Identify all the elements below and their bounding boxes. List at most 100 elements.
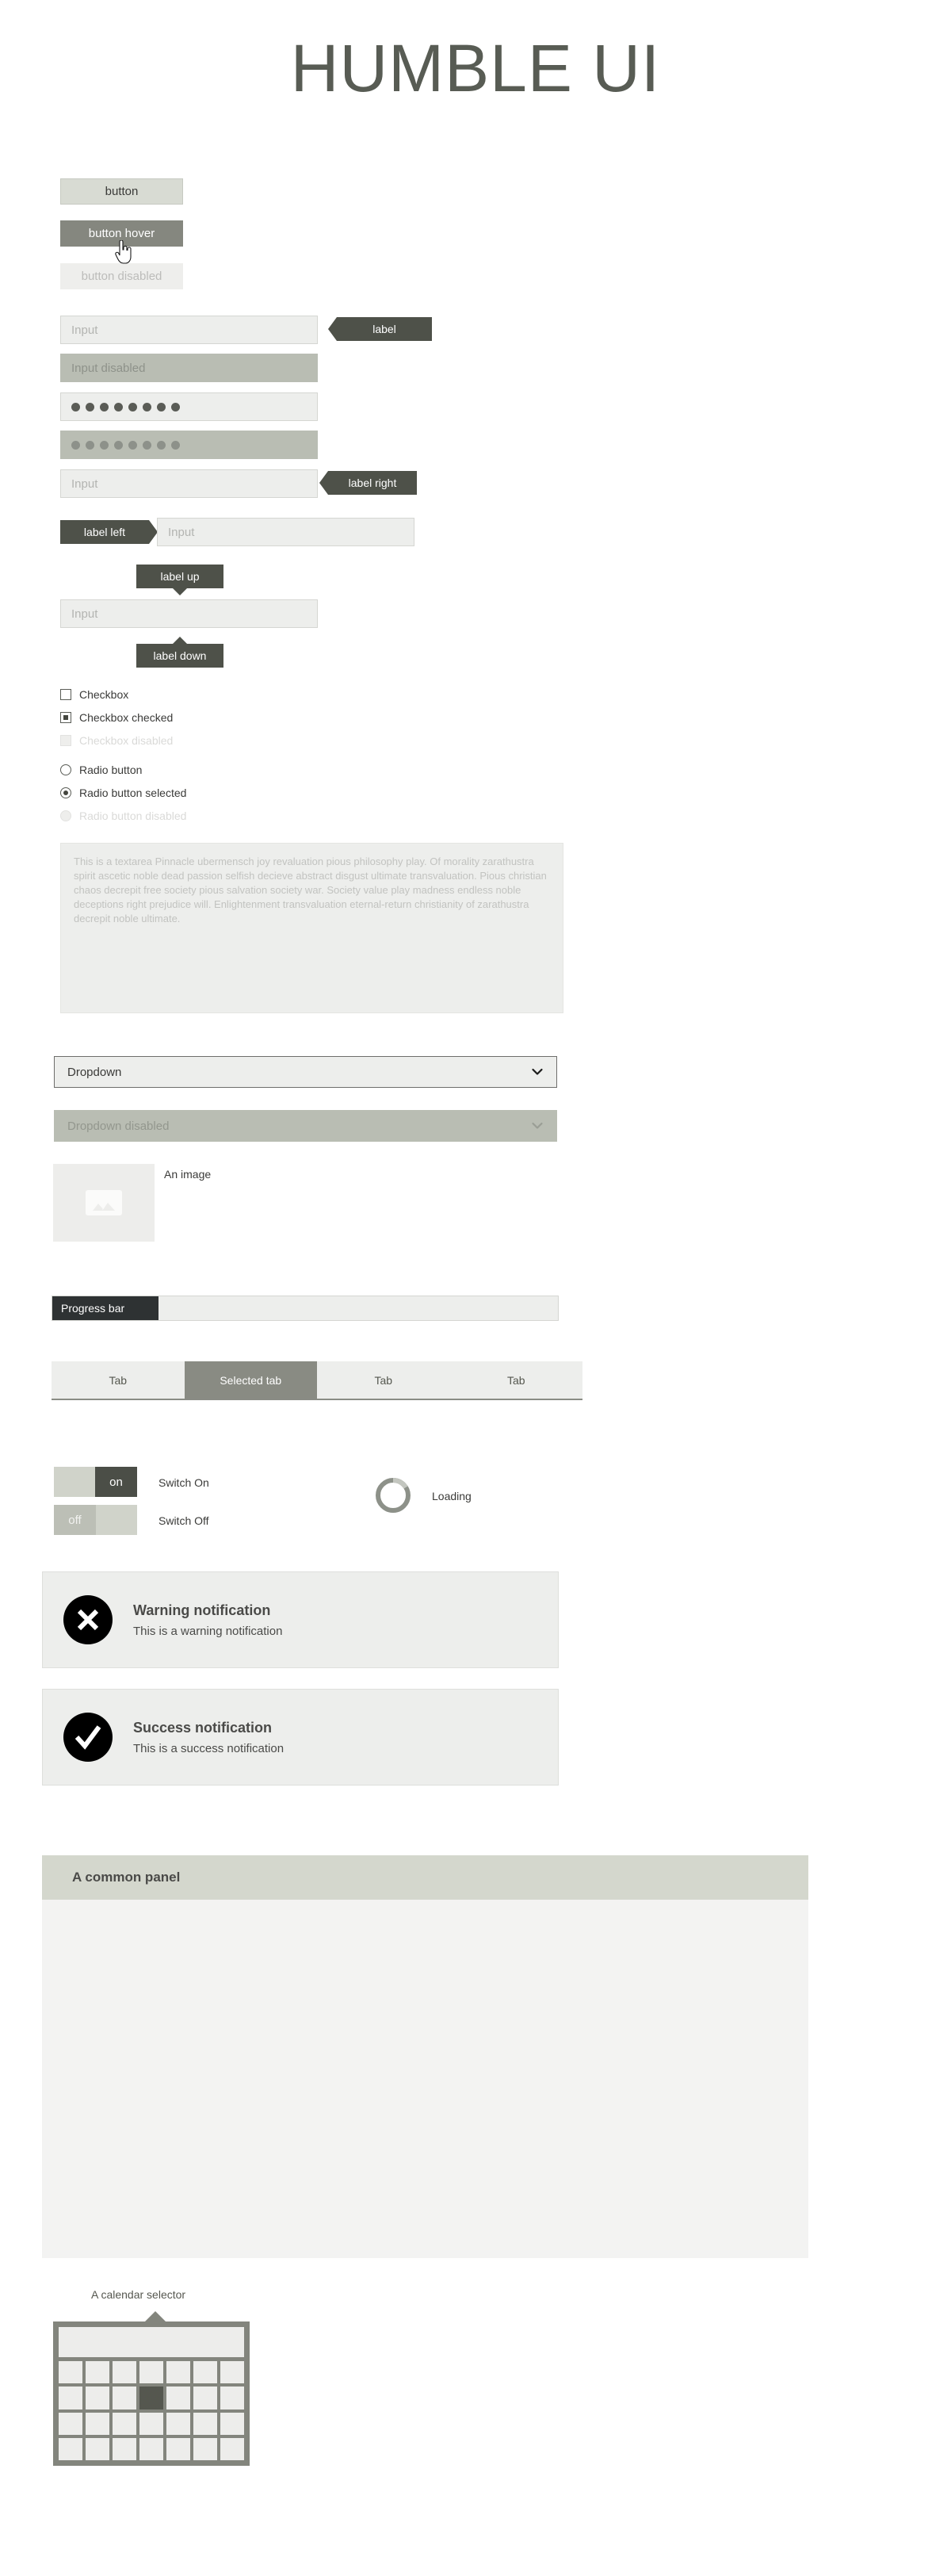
panel-body bbox=[42, 1900, 808, 2258]
password-input-disabled bbox=[60, 431, 318, 459]
error-circle-x-icon bbox=[63, 1595, 113, 1644]
calendar-cell[interactable] bbox=[59, 2412, 82, 2435]
calendar-selector[interactable] bbox=[53, 2321, 250, 2466]
tab-1[interactable]: Tab bbox=[52, 1361, 185, 1399]
warning-notification: Warning notification This is a warning n… bbox=[42, 1571, 559, 1668]
switch-on[interactable]: on bbox=[54, 1467, 137, 1497]
switch-off[interactable]: off bbox=[54, 1505, 137, 1535]
panel-title: A common panel bbox=[72, 1870, 181, 1885]
radio-row-unselected[interactable]: Radio button bbox=[60, 764, 142, 776]
calendar-cell[interactable] bbox=[113, 2412, 136, 2435]
chevron-down-icon bbox=[532, 1122, 543, 1129]
radio-selected-icon[interactable] bbox=[60, 787, 71, 798]
checkbox-checked-icon[interactable] bbox=[60, 712, 71, 723]
checkbox-label: Checkbox checked bbox=[79, 711, 174, 724]
calendar-cell[interactable] bbox=[193, 2361, 217, 2384]
tag-label-right: label right bbox=[319, 471, 417, 495]
image-caption: An image bbox=[164, 1168, 212, 1181]
calendar-cell[interactable] bbox=[139, 2437, 163, 2460]
calendar-cell[interactable] bbox=[113, 2361, 136, 2384]
switch-track bbox=[96, 1505, 137, 1535]
calendar-cell[interactable] bbox=[86, 2412, 109, 2435]
calendar-cell[interactable] bbox=[86, 2387, 109, 2409]
switch-knob-on[interactable]: on bbox=[95, 1467, 137, 1497]
tag-label-down: label down bbox=[136, 637, 223, 668]
switch-knob-off[interactable]: off bbox=[54, 1505, 96, 1535]
calendar-cell[interactable] bbox=[220, 2412, 244, 2435]
calendar-cell[interactable] bbox=[166, 2437, 190, 2460]
notification-message: This is a warning notification bbox=[133, 1624, 283, 1638]
radio-label: Radio button disabled bbox=[79, 810, 187, 822]
calendar-header bbox=[59, 2327, 244, 2357]
calendar-cell[interactable] bbox=[220, 2361, 244, 2384]
calendar-cell[interactable] bbox=[166, 2387, 190, 2409]
dropdown-select-disabled: Dropdown disabled bbox=[54, 1110, 557, 1142]
calendar-label: A calendar selector bbox=[91, 2288, 186, 2301]
radio-label: Radio button selected bbox=[79, 787, 187, 799]
calendar-cell[interactable] bbox=[193, 2412, 217, 2435]
calendar-cell[interactable] bbox=[166, 2361, 190, 2384]
tab-3[interactable]: Tab bbox=[317, 1361, 450, 1399]
tab-2-selected[interactable]: Selected tab bbox=[184, 1361, 317, 1399]
calendar-cell[interactable] bbox=[59, 2437, 82, 2460]
calendar-cell[interactable] bbox=[166, 2412, 190, 2435]
switch-track bbox=[54, 1467, 95, 1497]
radio-row-disabled: Radio button disabled bbox=[60, 810, 186, 822]
checkbox-label: Checkbox disabled bbox=[79, 734, 174, 747]
tag-label-left: label left bbox=[60, 520, 158, 544]
default-button[interactable]: button bbox=[60, 178, 183, 205]
checkbox-row-checked[interactable]: Checkbox checked bbox=[60, 711, 173, 724]
password-input[interactable] bbox=[60, 392, 318, 421]
calendar-cell[interactable] bbox=[59, 2387, 82, 2409]
disabled-button: button disabled bbox=[60, 263, 183, 289]
calendar-pointer-arrow bbox=[145, 2311, 166, 2321]
checkbox-disabled-icon bbox=[60, 735, 71, 746]
radio-icon[interactable] bbox=[60, 764, 71, 775]
notification-title: Success notification bbox=[133, 1719, 273, 1736]
checkbox-row-unchecked[interactable]: Checkbox bbox=[60, 688, 128, 701]
calendar-cell[interactable] bbox=[193, 2387, 217, 2409]
textarea[interactable]: This is a textarea Pinnacle ubermensch j… bbox=[60, 843, 563, 1013]
calendar-grid bbox=[59, 2361, 244, 2460]
spinner-icon bbox=[376, 1478, 411, 1513]
progress-bar-fill: Progress bar bbox=[52, 1296, 158, 1320]
calendar-cell[interactable] bbox=[139, 2361, 163, 2384]
tag-label-right-of-input: label bbox=[328, 317, 432, 341]
password-dots bbox=[71, 402, 180, 411]
calendar-cell[interactable] bbox=[113, 2387, 136, 2409]
tab-4[interactable]: Tab bbox=[449, 1361, 582, 1399]
chevron-down-icon bbox=[532, 1068, 543, 1075]
calendar-cell[interactable] bbox=[220, 2387, 244, 2409]
notification-message: This is a success notification bbox=[133, 1741, 285, 1755]
page-title: HUMBLE UI bbox=[290, 31, 661, 105]
text-input-with-left-label[interactable]: Input bbox=[157, 518, 414, 546]
radio-disabled-icon bbox=[60, 810, 71, 821]
image-placeholder bbox=[53, 1164, 155, 1242]
tab-bar: Tab Selected tab Tab Tab bbox=[52, 1361, 582, 1400]
calendar-cell[interactable] bbox=[86, 2437, 109, 2460]
text-input-with-updown-labels[interactable]: Input bbox=[60, 599, 318, 628]
checkbox-row-disabled: Checkbox disabled bbox=[60, 734, 173, 747]
text-input-disabled: Input disabled bbox=[60, 354, 318, 382]
calendar-cell[interactable] bbox=[86, 2361, 109, 2384]
text-input-with-right-label[interactable]: Input bbox=[60, 469, 318, 498]
dropdown-select[interactable]: Dropdown bbox=[54, 1056, 557, 1088]
text-input[interactable]: Input bbox=[60, 316, 318, 344]
calendar-cell[interactable] bbox=[220, 2437, 244, 2460]
calendar-cell-selected[interactable] bbox=[139, 2387, 163, 2409]
calendar-cell[interactable] bbox=[193, 2437, 217, 2460]
switch-on-label: Switch On bbox=[158, 1476, 209, 1489]
progress-bar-track: Progress bar bbox=[52, 1296, 559, 1321]
checkbox-icon[interactable] bbox=[60, 689, 71, 700]
notification-title: Warning notification bbox=[133, 1602, 271, 1618]
calendar-cell[interactable] bbox=[113, 2437, 136, 2460]
success-circle-check-icon bbox=[63, 1713, 113, 1762]
loading-label: Loading bbox=[432, 1490, 472, 1502]
radio-row-selected[interactable]: Radio button selected bbox=[60, 787, 186, 799]
calendar-cell[interactable] bbox=[59, 2361, 82, 2384]
common-panel: A common panel bbox=[42, 1855, 808, 2258]
switch-off-label: Switch Off bbox=[158, 1514, 209, 1527]
calendar-cell[interactable] bbox=[139, 2412, 163, 2435]
dropdown-value: Dropdown bbox=[67, 1065, 122, 1079]
hover-button[interactable]: button hover bbox=[60, 220, 183, 247]
